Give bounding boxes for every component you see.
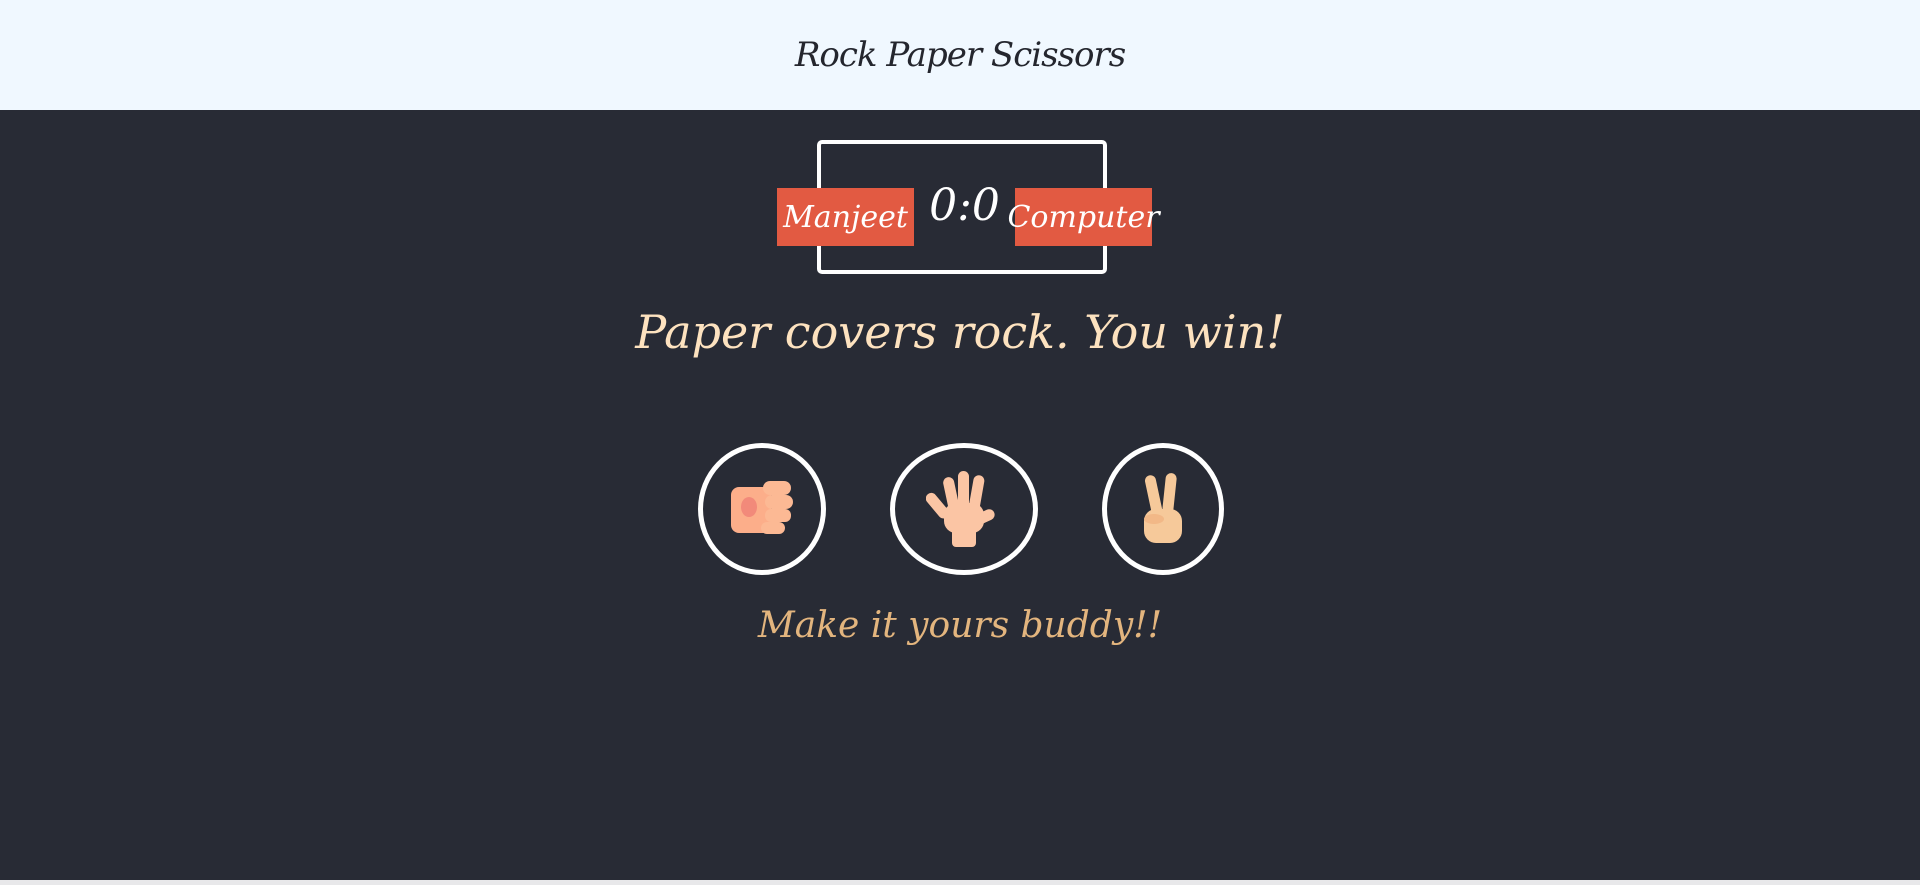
score-display: 0:0 (929, 180, 1000, 231)
paper-button[interactable] (890, 443, 1038, 575)
result-message: Paper covers rock. You win! (635, 305, 1285, 359)
victory-hand-icon (1144, 473, 1182, 543)
app-title: Rock Paper Scissors (794, 35, 1126, 75)
rock-button[interactable] (698, 443, 826, 575)
app-header: Rock Paper Scissors (0, 0, 1920, 110)
computer-label-badge: Computer (1007, 188, 1160, 246)
fist-icon (731, 481, 793, 534)
scissors-button[interactable] (1102, 443, 1224, 575)
hint-text: Make it yours buddy!! (757, 605, 1163, 646)
user-label-badge: Manjeet (777, 188, 914, 246)
open-hand-icon (926, 471, 995, 547)
bottom-divider (0, 880, 1920, 885)
